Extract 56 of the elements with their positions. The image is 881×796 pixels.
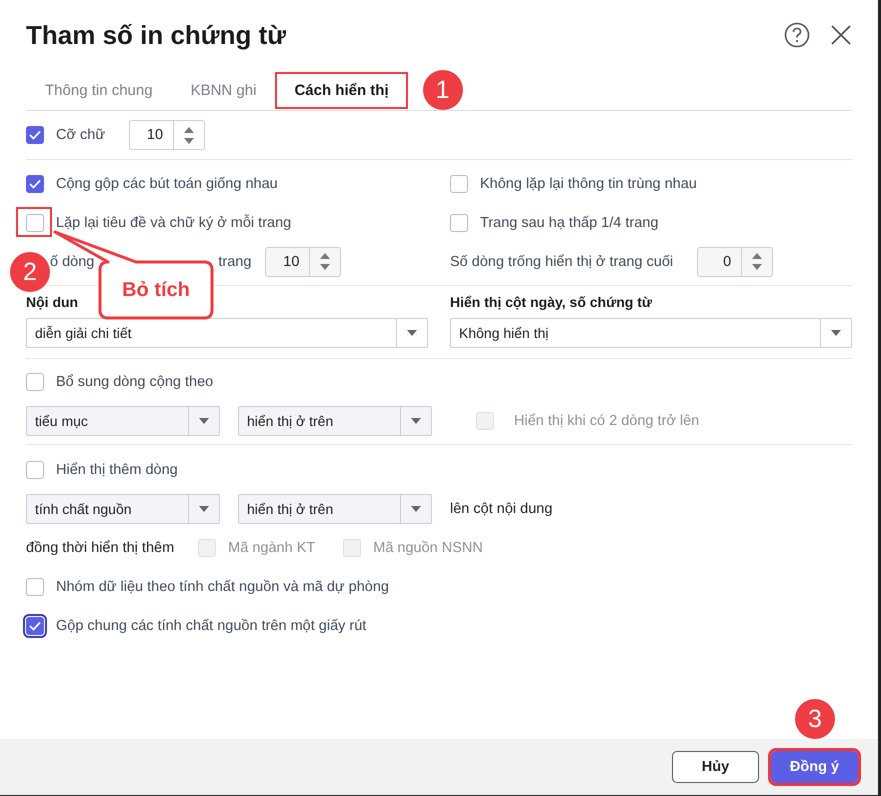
dropdown[interactable]: hiển thị ở trên	[238, 494, 432, 524]
dropdown[interactable]: tiểu mục	[26, 406, 220, 436]
checkbox-label: Hiển thị thêm dòng	[56, 462, 178, 478]
tab[interactable]: Cách hiển thị	[275, 72, 408, 108]
checkbox-label: Bổ sung dòng cộng theo	[56, 374, 214, 390]
dropdown[interactable]: diễn giải chi tiết	[26, 318, 428, 348]
checkbox[interactable]	[26, 214, 44, 232]
step-number-badge: 3	[795, 699, 835, 739]
confirm-button[interactable]: Đồng ý	[771, 751, 858, 783]
close-icon[interactable]	[830, 24, 852, 46]
step-up-button[interactable]	[752, 253, 762, 259]
tab[interactable]: Thông tin chung	[26, 72, 172, 108]
checkbox-label: Nhóm dữ liệu theo tính chất nguồn và mã dự phòng	[56, 578, 389, 594]
checkbox-label: Mã nguồn NSNN	[373, 540, 483, 556]
checkbox[interactable]	[450, 174, 468, 192]
number-field[interactable]: 0	[697, 246, 774, 276]
check-icon	[29, 620, 41, 630]
step-up-button[interactable]	[320, 253, 330, 259]
field-label: lên cột nội dung	[450, 500, 552, 516]
dialog-title: Tham số in chứng từ	[26, 20, 288, 50]
checkbox-label: Hiển thị khi có 2 dòng trở lên	[514, 412, 700, 428]
step-down-button[interactable]	[184, 138, 194, 144]
checkbox-label: Mã ngành KT	[228, 540, 316, 556]
step-down-button[interactable]	[752, 264, 762, 270]
checkbox[interactable]	[26, 126, 44, 144]
checkbox-label: Gộp chung các tính chất nguồn trên một giấy rút	[56, 618, 366, 634]
step-number-badge: 2	[10, 252, 50, 292]
checkbox-label: Cộng gộp các bút toán giống nhau	[56, 176, 278, 192]
help-icon[interactable]	[784, 22, 810, 48]
cancel-button[interactable]: Hủy	[672, 751, 759, 783]
checkbox[interactable]	[26, 578, 44, 596]
field-label: đồng thời hiển thị thêm	[26, 540, 174, 556]
checkbox-label: Cỡ chữ	[56, 127, 106, 143]
number-field[interactable]: 10	[265, 246, 342, 276]
section-heading: Hiển thị cột ngày, số chứng từ	[450, 294, 654, 310]
tab[interactable]: KBNN ghi	[172, 72, 276, 108]
checkbox-label: Lặp lại tiêu đề và chữ ký ở mỗi trang	[56, 214, 292, 230]
checkbox[interactable]	[26, 460, 44, 478]
checkbox[interactable]	[450, 214, 468, 232]
step-up-button[interactable]	[184, 126, 194, 132]
dropdown[interactable]: hiển thị ở trên	[238, 406, 432, 436]
number-field[interactable]: 10	[129, 120, 206, 150]
checkbox-label: Trang sau hạ thấp 1/4 trang	[480, 214, 658, 230]
check-icon	[29, 178, 41, 188]
check-icon	[29, 130, 41, 140]
checkbox[interactable]	[26, 372, 44, 390]
section-heading: Nội dun	[26, 294, 80, 310]
field-label: Số dòng trống hiển thị ở trang cuối	[450, 254, 674, 270]
step-number-badge: 1	[422, 70, 463, 110]
step-down-button[interactable]	[320, 264, 330, 270]
field-label: ố dòng	[50, 254, 94, 270]
checkbox-label: Không lặp lại thông tin trùng nhau	[480, 176, 697, 192]
checkbox[interactable]	[26, 174, 44, 192]
dropdown[interactable]: Không hiển thị	[450, 318, 852, 348]
field-label: trang	[218, 254, 252, 270]
dropdown[interactable]: tính chất nguồn	[26, 494, 220, 524]
